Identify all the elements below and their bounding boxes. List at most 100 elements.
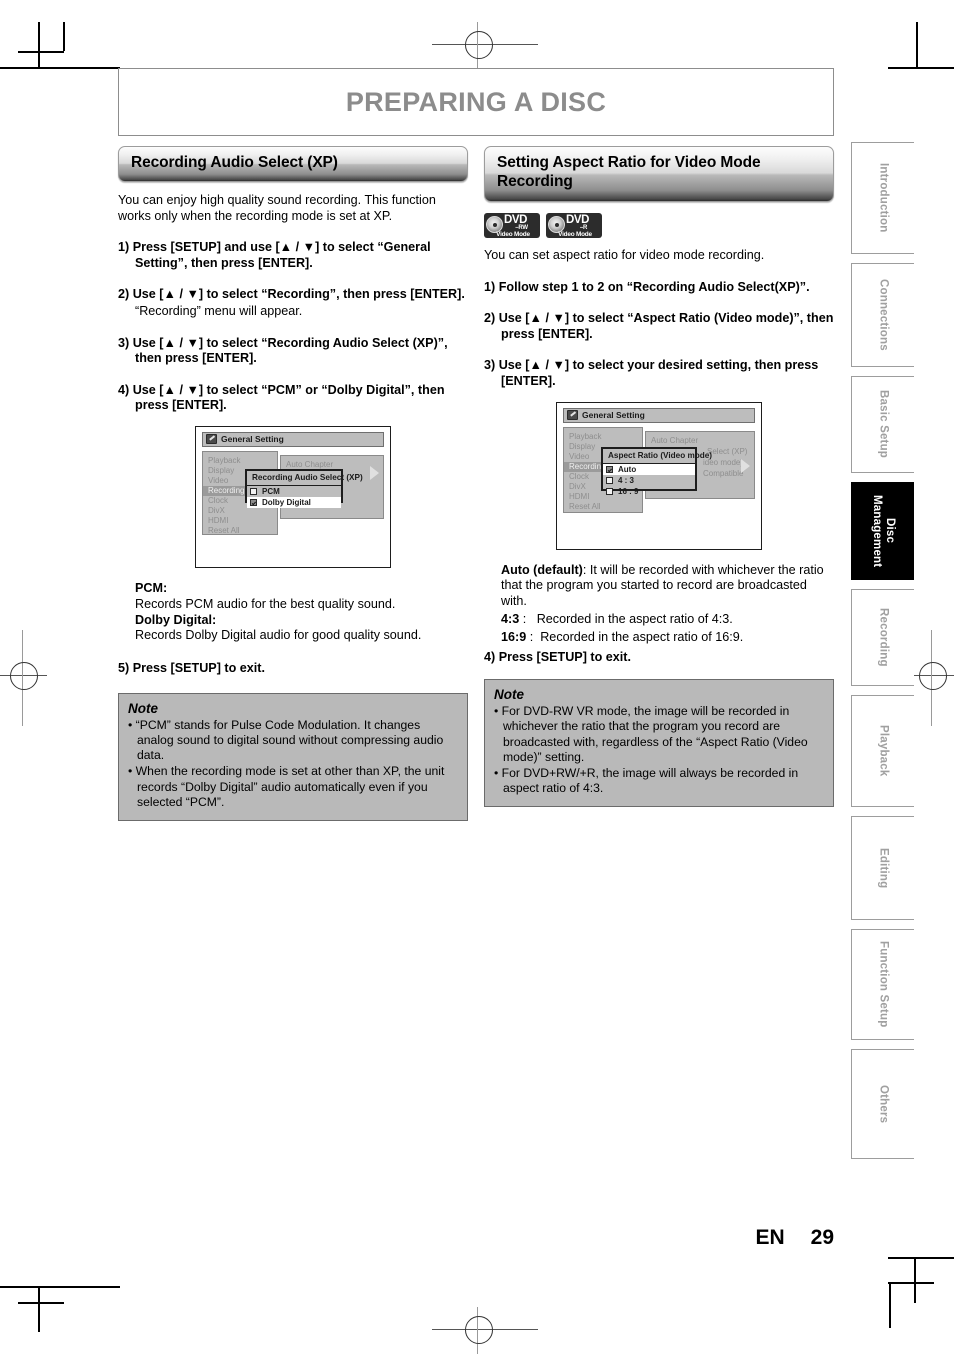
chapter-title-box: PREPARING A DISC — [118, 68, 834, 136]
left-step-2: 2) Use [▲ / ▼] to select “Recording”, th… — [118, 287, 465, 302]
tab-editing[interactable]: Editing — [851, 816, 914, 920]
crop-mark-bottom-left-h2 — [18, 1302, 64, 1304]
checkbox-checked-icon[interactable] — [606, 465, 613, 473]
crop-mark-top-right-h — [888, 67, 954, 69]
tab-label: Others — [877, 1084, 890, 1124]
tab-others[interactable]: Others — [851, 1049, 914, 1159]
wrench-icon — [206, 434, 217, 445]
osd-menu-item-playback[interactable]: Playback — [564, 432, 642, 442]
osd-dialog-title: Recording Audio Select (XP) — [247, 471, 363, 486]
section-title: Setting Aspect Ratio for Video Mode Reco… — [497, 154, 761, 190]
disc-logo-row: DVD –RW Video Mode DVD –R Video Mode — [484, 213, 834, 238]
osd-option-4-3[interactable]: 4 : 3 — [603, 475, 695, 486]
note-title: Note — [494, 687, 524, 703]
osd-option-dolby-digital[interactable]: Dolby Digital — [247, 496, 341, 508]
crop-mark-top-left-h2 — [18, 51, 64, 53]
right-osd-wrap: General Setting Playback Display Video R… — [484, 401, 834, 550]
section-title: Recording Audio Select (XP) — [131, 154, 338, 171]
tab-label: Function Setup — [877, 941, 890, 1028]
tab-function-setup[interactable]: Function Setup — [851, 929, 914, 1040]
checkbox-checked-icon[interactable] — [250, 498, 257, 506]
tab-label: Recording — [877, 608, 890, 667]
tab-label: Connections — [877, 279, 890, 351]
page-number: 29 — [810, 1226, 834, 1249]
wrench-icon — [567, 410, 578, 421]
note-list: For DVD-RW VR mode, the image will be re… — [494, 704, 824, 796]
tab-recording[interactable]: Recording — [851, 589, 914, 686]
osd-option-label: 4 : 3 — [618, 475, 635, 485]
osd-menu-item-playback[interactable]: Playback — [203, 456, 277, 466]
left-note-box: Note “PCM” stands for Pulse Code Modulat… — [118, 692, 468, 821]
tab-playback[interactable]: Playback — [851, 695, 914, 807]
definition-desc-4-3: Recorded in the aspect ratio of 4:3. — [526, 611, 733, 626]
tab-label: Introduction — [877, 163, 890, 233]
note-title: Note — [128, 700, 158, 716]
crop-mark-bottom-right-h2 — [888, 1282, 934, 1284]
tab-connections[interactable]: Connections — [851, 263, 914, 367]
tab-label: Disc Management — [871, 494, 896, 568]
checkbox-unchecked-icon[interactable] — [606, 476, 613, 484]
dvd-r-video-mode-logo-icon: DVD –R Video Mode — [546, 213, 602, 238]
osd-window-title: General Setting — [221, 434, 284, 445]
tab-basic-setup[interactable]: Basic Setup — [851, 376, 914, 473]
osd-option-label: Auto — [618, 464, 637, 474]
osd-menu-item-hdmi[interactable]: HDMI — [203, 516, 277, 526]
section-header-recording-audio-select: Recording Audio Select (XP) — [118, 146, 468, 182]
osd-window-title: General Setting — [582, 410, 645, 421]
logo-format: –RW — [515, 224, 528, 231]
crop-mark-top-left-h — [0, 67, 120, 69]
osd-screenshot-aspect-ratio: General Setting Playback Display Video R… — [556, 401, 762, 550]
crop-mark-top-left-v2 — [63, 22, 65, 51]
osd-option-16-9[interactable]: 16 : 9 — [603, 486, 695, 497]
osd-menu-item-reset-all[interactable]: Reset All — [564, 502, 642, 512]
left-osd-wrap: General Setting Playback Display Video R… — [118, 425, 468, 568]
right-column: Setting Aspect Ratio for Video Mode Reco… — [484, 146, 834, 808]
crop-mark-bottom-left-v — [38, 1286, 40, 1332]
left-step-5: 5) Press [SETUP] to exit. — [118, 661, 265, 676]
page-title: PREPARING A DISC — [345, 87, 607, 117]
dvd-rw-video-mode-logo-icon: DVD –RW Video Mode — [484, 213, 540, 238]
definition-desc-16-9: Recorded in the aspect ratio of 16:9. — [533, 629, 744, 644]
tab-disc-management[interactable]: Disc Management — [851, 482, 914, 580]
checkbox-unchecked-icon[interactable] — [250, 487, 257, 495]
logo-mode: Video Mode — [558, 231, 592, 238]
crop-mark-bottom-right-h — [888, 1257, 954, 1259]
right-intro-text: You can set aspect ratio for video mode … — [484, 248, 765, 262]
osd-option-pcm[interactable]: PCM — [247, 486, 341, 497]
registration-mark-left — [10, 662, 38, 690]
definition-term-16-9: 16:9 — [501, 629, 527, 644]
osd-dialog-aspect-ratio: Aspect Ratio (Video mode) Auto 4 : 3 16 … — [601, 446, 712, 496]
right-step-4: 4) Press [SETUP] to exit. — [484, 649, 631, 664]
checkbox-unchecked-icon[interactable] — [606, 487, 613, 495]
crop-mark-top-left-v — [38, 22, 40, 68]
osd-right-arrow-icon — [370, 465, 379, 480]
section-header-aspect-ratio: Setting Aspect Ratio for Video Mode Reco… — [484, 146, 834, 202]
osd-option-label: PCM — [262, 486, 280, 496]
osd-dialog-title: Aspect Ratio (Video mode) — [603, 449, 712, 464]
left-intro-text: You can enjoy high quality sound recordi… — [118, 193, 436, 223]
left-step-2-sub: “Recording” menu will appear. — [135, 303, 303, 318]
tab-label: Basic Setup — [877, 390, 890, 459]
right-definitions: Auto (default): It will be recorded with… — [484, 563, 834, 646]
note-list: “PCM” stands for Pulse Code Modulation. … — [128, 718, 458, 810]
osd-titlebar: General Setting — [202, 431, 384, 447]
right-step-2: 2) Use [▲ / ▼] to select “Aspect Ratio (… — [484, 311, 834, 341]
tab-label: Playback — [877, 725, 890, 777]
tab-introduction[interactable]: Introduction — [851, 142, 914, 254]
definition-term-dolby: Dolby Digital: — [135, 612, 217, 627]
osd-right-arrow-icon — [741, 458, 750, 473]
osd-menu-item-reset-all[interactable]: Reset All — [203, 526, 277, 536]
registration-mark-right — [919, 662, 947, 690]
crop-mark-top-right-v — [916, 22, 918, 68]
language-code: EN — [755, 1226, 785, 1249]
osd-option-auto[interactable]: Auto — [603, 463, 695, 475]
note-item: For DVD+RW/+R, the image will always be … — [494, 766, 824, 796]
page-footer: EN 29 — [118, 1226, 834, 1250]
right-step-3: 3) Use [▲ / ▼] to select your desired se… — [484, 358, 819, 388]
left-step-3: 3) Use [▲ / ▼] to select “Recording Audi… — [118, 335, 448, 366]
note-item: For DVD-RW VR mode, the image will be re… — [494, 704, 824, 765]
osd-dialog-recording-audio-select: Recording Audio Select (XP) PCM Dolby Di… — [245, 468, 363, 508]
osd-right-item-auto-chapter[interactable]: Auto Chapter — [646, 435, 754, 446]
left-definitions: PCM: Records PCM audio for the best qual… — [118, 581, 468, 644]
definition-desc-pcm: Records PCM audio for the best quality s… — [135, 596, 396, 611]
